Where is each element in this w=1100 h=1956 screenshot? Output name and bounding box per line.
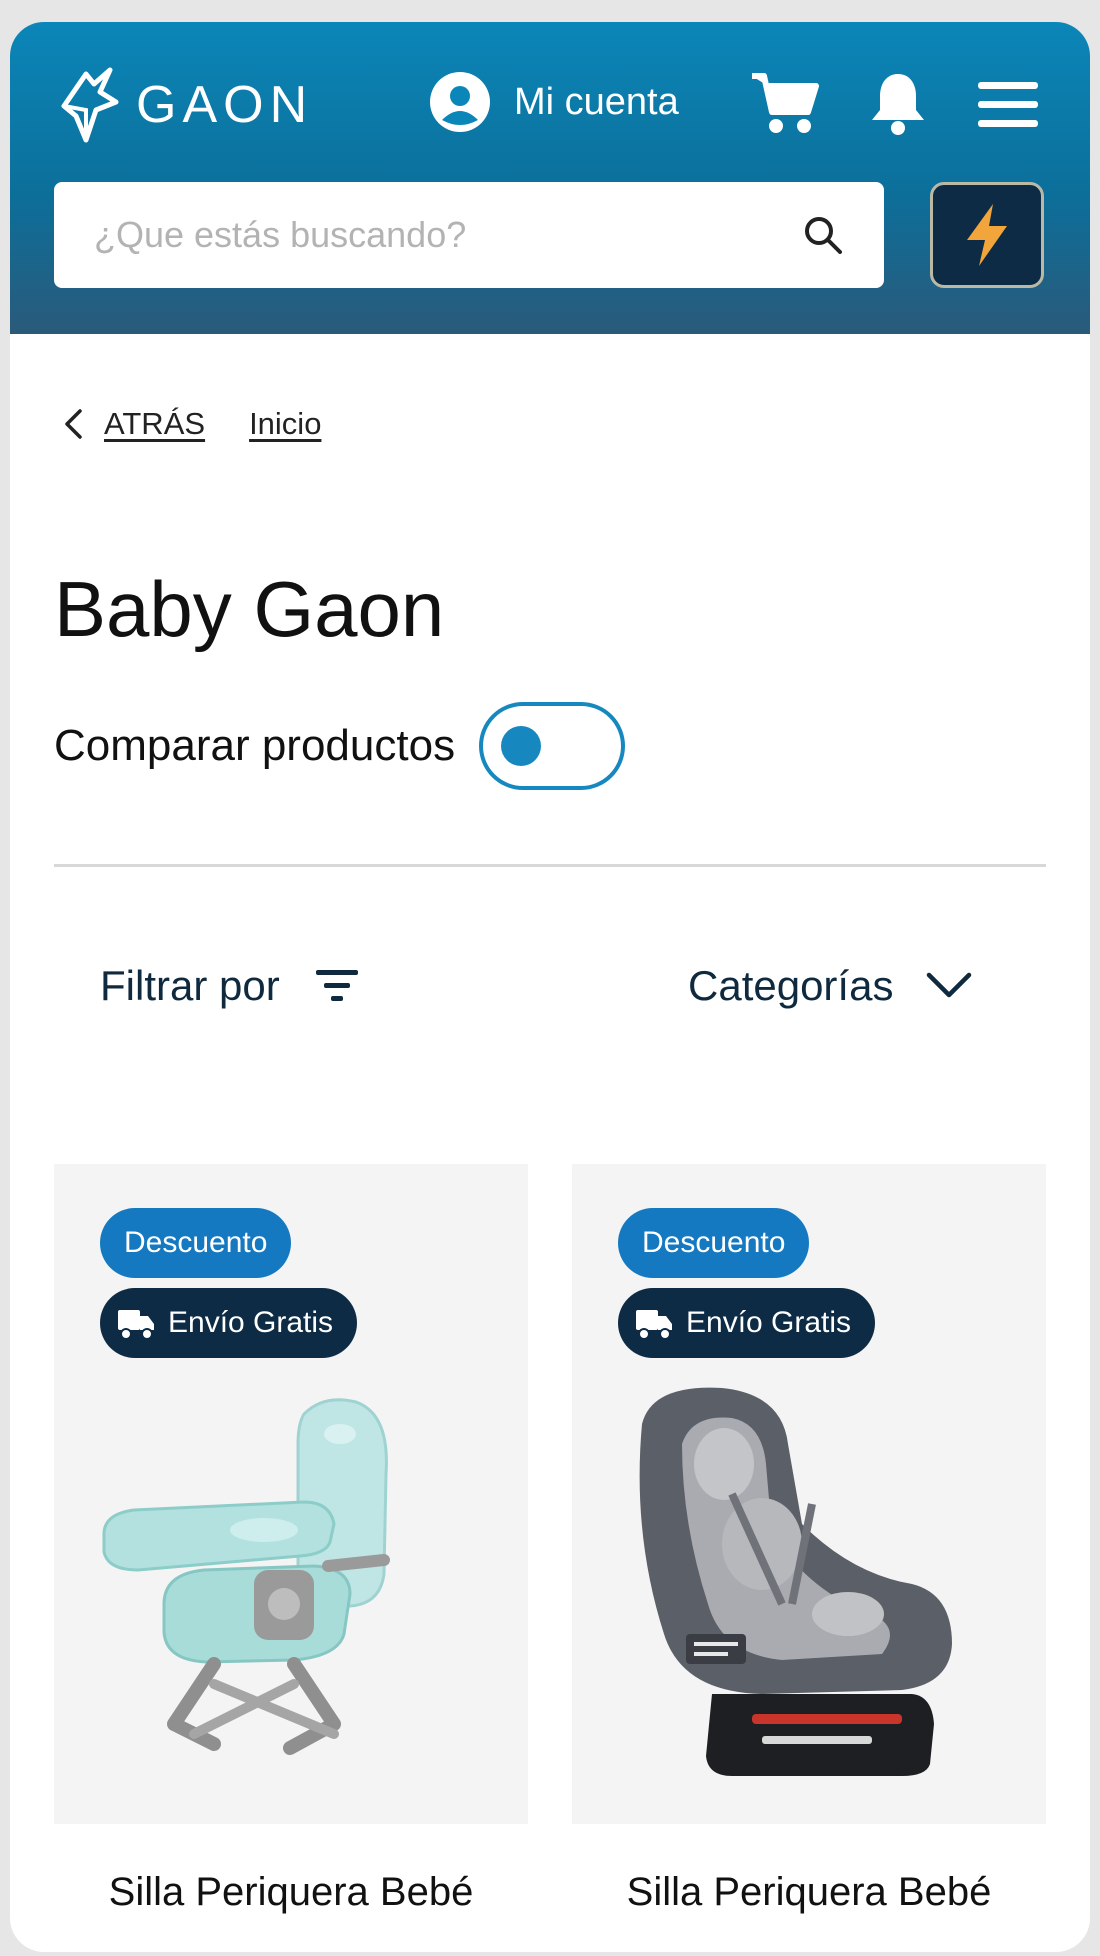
product-card[interactable]: Descuento Envío Gratis Silla Periquera B… (572, 1164, 1046, 1952)
search-input[interactable] (94, 214, 802, 256)
gaon-logo[interactable]: GAON (56, 66, 313, 144)
user-avatar-icon (430, 72, 490, 132)
back-label[interactable]: ATRÁS (104, 406, 205, 442)
filter-icon (315, 970, 358, 1001)
cart-icon[interactable] (750, 70, 820, 136)
filter-button[interactable]: Filtrar por (100, 962, 360, 1010)
toggle-knob (501, 726, 542, 766)
compare-products-row: Comparar productos (54, 702, 626, 790)
product-name[interactable]: Silla Periquera Bebé (572, 1870, 1046, 1915)
shipping-label: Envío Gratis (686, 1306, 852, 1339)
back-link[interactable]: ATRÁS (64, 406, 205, 442)
discount-badge: Descuento (618, 1208, 810, 1278)
free-shipping-badge: Envío Gratis (100, 1288, 358, 1358)
categories-label: Categorías (688, 962, 894, 1009)
page-title: Baby Gaon (54, 565, 445, 653)
shipping-label: Envío Gratis (168, 1306, 334, 1339)
logo-text: GAON (136, 76, 314, 134)
flash-deals-button[interactable] (930, 182, 1044, 288)
chevron-left-icon (65, 409, 82, 439)
discount-badge: Descuento (100, 1208, 292, 1278)
free-shipping-badge: Envío Gratis (618, 1288, 876, 1358)
account-label: Mi cuenta (514, 80, 679, 123)
high-chair-image (102, 1398, 390, 1755)
phone-screen: GAON Mi cuenta ¿Que estás buscando? ATRÁ… (10, 22, 1090, 1952)
breadcrumb: ATRÁS Inicio (64, 406, 321, 442)
product-image-area: Descuento Envío Gratis (572, 1164, 1046, 1824)
hamburger-menu-icon[interactable] (976, 80, 1040, 130)
truck-icon (118, 1310, 154, 1340)
car-seat-image (639, 1387, 952, 1776)
categories-dropdown[interactable]: Categorías (688, 962, 973, 1010)
truck-icon (636, 1310, 672, 1340)
section-divider (54, 864, 1046, 867)
top-header: GAON Mi cuenta (10, 22, 1090, 334)
filter-label: Filtrar por (100, 962, 280, 1009)
bell-icon[interactable] (868, 70, 928, 136)
compare-label: Comparar productos (54, 721, 456, 770)
account-link[interactable]: Mi cuenta (430, 72, 679, 132)
compare-toggle[interactable] (479, 702, 626, 790)
breadcrumb-home-link[interactable]: Inicio (249, 406, 321, 442)
chevron-down-icon (927, 972, 972, 998)
product-image-area: Descuento Envío Gratis (54, 1164, 528, 1824)
lightning-icon (967, 204, 1007, 266)
unicorn-logo-icon (61, 67, 119, 143)
search-icon[interactable] (802, 214, 844, 256)
product-name[interactable]: Silla Periquera Bebé (54, 1870, 528, 1915)
product-card[interactable]: Descuento Envío Gratis Silla Periquera B… (54, 1164, 528, 1952)
search-bar (54, 182, 884, 288)
